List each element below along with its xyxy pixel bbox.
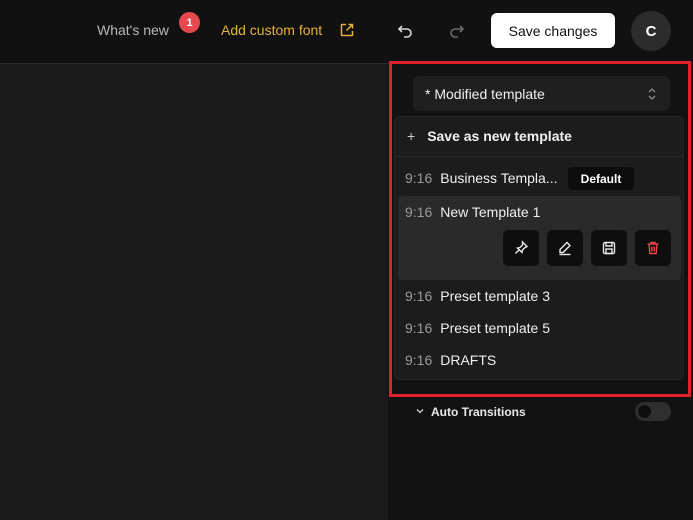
top-bar: What's new 1 Add custom font Save change… <box>0 0 693 64</box>
template-select[interactable]: * Modified template <box>413 76 670 111</box>
auto-transitions-toggle[interactable] <box>635 402 671 421</box>
edit-button[interactable] <box>547 230 583 266</box>
auto-transitions-section[interactable]: Auto Transitions <box>415 405 526 419</box>
template-name: Business Templa... <box>440 170 558 186</box>
divider <box>395 156 683 157</box>
template-item[interactable]: 9:16 Preset template 5 <box>405 320 550 336</box>
template-name: New Template 1 <box>440 204 541 220</box>
aspect-ratio: 9:16 <box>405 288 433 304</box>
template-name: DRAFTS <box>440 352 497 368</box>
template-item[interactable]: 9:16 Business Templa... <box>405 170 558 186</box>
template-item[interactable]: 9:16 DRAFTS <box>405 352 496 368</box>
aspect-ratio: 9:16 <box>405 320 433 336</box>
chevron-up-down-icon <box>648 88 656 100</box>
editor-canvas <box>0 64 388 520</box>
pin-button[interactable] <box>503 230 539 266</box>
save-icon <box>602 241 616 255</box>
toggle-knob <box>638 405 651 418</box>
whats-new-link[interactable]: What's new <box>97 22 169 38</box>
save-changes-button[interactable]: Save changes <box>491 13 615 48</box>
pin-icon <box>515 240 529 254</box>
redo-icon[interactable] <box>448 22 466 40</box>
save-as-new-template-button[interactable]: + Save as new template <box>407 128 572 144</box>
template-name: Preset template 5 <box>440 320 550 336</box>
add-custom-font-link[interactable]: Add custom font <box>221 22 322 38</box>
template-item[interactable]: 9:16 New Template 1 <box>405 204 540 220</box>
template-select-value: * Modified template <box>425 86 545 102</box>
notification-badge: 1 <box>179 12 200 33</box>
avatar[interactable]: C <box>631 11 671 51</box>
auto-transitions-label: Auto Transitions <box>431 405 526 419</box>
aspect-ratio: 9:16 <box>405 204 433 220</box>
save-as-new-label: Save as new template <box>427 128 572 144</box>
undo-icon[interactable] <box>396 22 414 40</box>
template-dropdown: + Save as new template 9:16 Business Templ… <box>394 116 684 380</box>
save-template-button[interactable] <box>591 230 627 266</box>
aspect-ratio: 9:16 <box>405 352 433 368</box>
delete-button[interactable] <box>635 230 671 266</box>
template-item[interactable]: 9:16 Preset template 3 <box>405 288 550 304</box>
template-name: Preset template 3 <box>440 288 550 304</box>
plus-icon: + <box>407 128 416 144</box>
external-link-icon[interactable] <box>339 22 355 38</box>
edit-icon <box>559 241 571 256</box>
aspect-ratio: 9:16 <box>405 170 433 186</box>
chevron-down-icon <box>416 409 424 414</box>
trash-icon <box>647 241 659 255</box>
default-badge: Default <box>568 167 634 190</box>
